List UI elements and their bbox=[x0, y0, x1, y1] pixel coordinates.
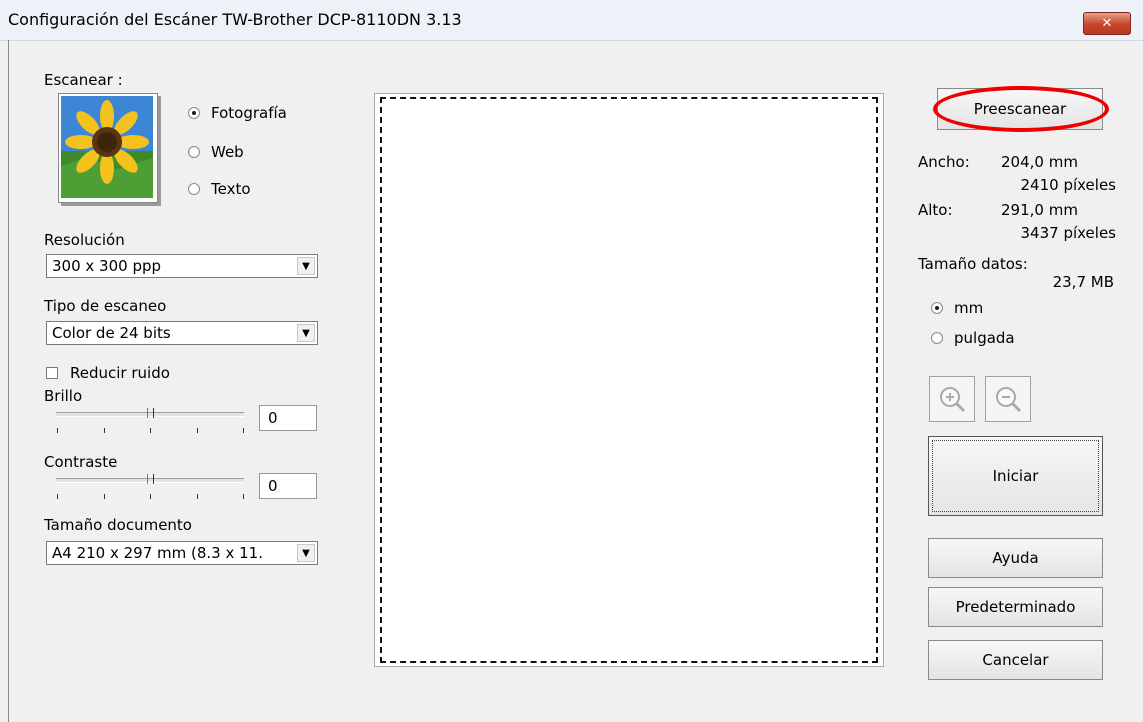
radio-mm-label: mm bbox=[954, 299, 984, 317]
default-button[interactable]: Predeterminado bbox=[928, 587, 1103, 627]
cancel-button[interactable]: Cancelar bbox=[928, 640, 1103, 680]
width-mm-value: 204,0 mm bbox=[1001, 153, 1078, 171]
zoom-out-icon bbox=[996, 387, 1022, 413]
radio-inch-indicator[interactable] bbox=[931, 332, 943, 344]
chevron-down-icon[interactable]: ▼ bbox=[297, 544, 315, 562]
radio-text[interactable]: Texto bbox=[188, 180, 251, 198]
brightness-slider-thumb[interactable] bbox=[147, 408, 154, 418]
help-button[interactable]: Ayuda bbox=[928, 538, 1103, 578]
scan-mode-value: Color de 24 bits bbox=[52, 324, 171, 342]
slider-tick bbox=[150, 428, 151, 433]
radio-photo-indicator[interactable] bbox=[188, 107, 200, 119]
photo-thumbnail bbox=[58, 93, 158, 203]
close-button[interactable]: ✕ bbox=[1083, 12, 1131, 35]
slider-tick bbox=[104, 428, 105, 433]
zoom-in-icon bbox=[940, 387, 966, 413]
slider-tick bbox=[197, 494, 198, 499]
width-px-value: 2410 píxeles bbox=[1020, 176, 1117, 194]
radio-photo-label: Fotografía bbox=[211, 104, 287, 122]
radio-web-indicator[interactable] bbox=[188, 146, 200, 158]
radio-inch-label: pulgada bbox=[954, 329, 1015, 347]
scan-mode-select[interactable]: Color de 24 bits ▼ bbox=[46, 321, 318, 345]
slider-tick bbox=[243, 428, 244, 433]
radio-text-indicator[interactable] bbox=[188, 183, 200, 195]
start-button[interactable]: Iniciar bbox=[928, 436, 1103, 516]
height-mm-value: 291,0 mm bbox=[1001, 201, 1078, 219]
sunflower-icon bbox=[61, 96, 153, 198]
noise-reduction-checkbox[interactable]: Reducir ruido bbox=[46, 364, 170, 382]
slider-tick bbox=[104, 494, 105, 499]
radio-photo[interactable]: Fotografía bbox=[188, 104, 287, 122]
radio-text-label: Texto bbox=[211, 180, 251, 198]
contrast-label: Contraste bbox=[44, 453, 118, 471]
prescan-button[interactable]: Preescanear bbox=[937, 88, 1103, 130]
radio-inch[interactable]: pulgada bbox=[931, 329, 1015, 347]
slider-tick bbox=[57, 428, 58, 433]
brightness-value-input[interactable]: 0 bbox=[259, 405, 317, 431]
doc-size-label: Tamaño documento bbox=[44, 516, 192, 534]
radio-mm[interactable]: mm bbox=[931, 299, 983, 317]
chevron-down-icon[interactable]: ▼ bbox=[297, 324, 315, 342]
radio-mm-indicator[interactable] bbox=[931, 302, 943, 314]
slider-tick bbox=[57, 494, 58, 499]
radio-web[interactable]: Web bbox=[188, 143, 244, 161]
scan-mode-label: Tipo de escaneo bbox=[44, 297, 167, 315]
slider-tick bbox=[197, 428, 198, 433]
doc-size-value: A4 210 x 297 mm (8.3 x 11. bbox=[52, 544, 263, 562]
contrast-slider-thumb[interactable] bbox=[147, 474, 154, 484]
title-bar: Configuración del Escáner TW-Brother DCP… bbox=[0, 0, 1143, 41]
window-left-border bbox=[8, 40, 9, 722]
data-size-label: Tamaño datos: bbox=[918, 255, 1028, 273]
close-icon: ✕ bbox=[1101, 16, 1113, 31]
resolution-label: Resolución bbox=[44, 231, 125, 249]
scan-type-label: Escanear : bbox=[44, 71, 123, 89]
resolution-value: 300 x 300 ppp bbox=[52, 257, 162, 275]
radio-web-label: Web bbox=[211, 143, 244, 161]
zoom-in-button[interactable] bbox=[929, 376, 975, 422]
width-label: Ancho: bbox=[918, 153, 970, 171]
resolution-select[interactable]: 300 x 300 ppp ▼ bbox=[46, 254, 318, 278]
zoom-out-button[interactable] bbox=[985, 376, 1031, 422]
noise-reduction-box[interactable] bbox=[46, 367, 58, 379]
chevron-down-icon[interactable]: ▼ bbox=[297, 257, 315, 275]
window-title: Configuración del Escáner TW-Brother DCP… bbox=[8, 10, 462, 29]
brightness-label: Brillo bbox=[44, 387, 83, 405]
data-size-value: 23,7 MB bbox=[1052, 273, 1114, 291]
slider-tick bbox=[150, 494, 151, 499]
noise-reduction-label: Reducir ruido bbox=[70, 364, 170, 382]
scan-selection-frame[interactable] bbox=[380, 97, 878, 663]
slider-tick bbox=[243, 494, 244, 499]
height-label: Alto: bbox=[918, 201, 953, 219]
doc-size-select[interactable]: A4 210 x 297 mm (8.3 x 11. ▼ bbox=[46, 541, 318, 565]
contrast-value-input[interactable]: 0 bbox=[259, 473, 317, 499]
height-px-value: 3437 píxeles bbox=[1020, 224, 1117, 242]
